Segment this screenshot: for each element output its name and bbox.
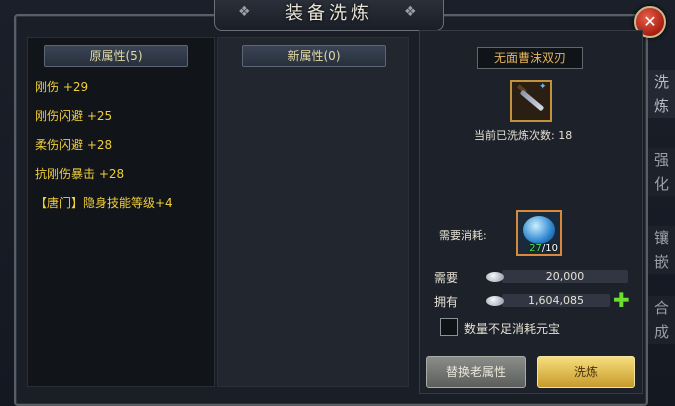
weapon-slot[interactable]: ✦ [510,80,552,122]
use-ingot-label: 数量不足消耗元宝 [464,322,561,336]
tab-combine[interactable]: 合 成 [648,296,675,344]
sword-icon [519,89,545,112]
wash-stone-slot[interactable]: 27/10 [516,210,562,256]
own-label: 拥有 [434,295,459,309]
attribute-row: 刚伤 +29 [35,80,89,94]
original-attributes-header: 原属性(5) [44,45,188,67]
weapon-name: 无面曹沫双刃 [477,47,583,69]
attribute-row: 刚伤闪避 +25 [35,109,113,123]
close-icon: ✕ [643,12,657,31]
add-silver-button[interactable]: ✚ [613,290,630,310]
silver-coin-icon [486,272,504,282]
wash-button[interactable]: 洗炼 [537,356,635,388]
replace-attributes-button[interactable]: 替换老属性 [426,356,526,388]
wash-count: 当前已洗炼次数: 18 [474,129,573,142]
tab-enhance[interactable]: 强 化 [648,148,675,196]
use-ingot-checkbox[interactable] [440,318,458,336]
attribute-row: 抗刚伤暴击 +28 [35,167,125,181]
attribute-row: 【唐门】隐身技能等级+4 [35,196,173,210]
own-value: 1,604,085 [502,294,610,307]
tab-wash[interactable]: 洗 炼 [648,70,675,118]
wash-stone-icon [523,216,555,244]
window-title: 装备洗炼 [285,3,373,24]
silver-coin-icon [486,296,504,306]
stone-count: 27/10 [529,243,558,254]
need-value: 20,000 [502,270,628,283]
need-label: 需要 [434,271,459,285]
right-ornament-icon: ❖ [404,4,417,20]
tab-inlay[interactable]: 镶 嵌 [648,226,675,274]
star-icon: ✦ [539,82,547,92]
cost-label: 需要消耗: [439,229,487,242]
new-attributes-header: 新属性(0) [242,45,386,67]
attribute-row: 柔伤闪避 +28 [35,138,113,152]
left-ornament-icon: ❖ [238,4,251,20]
game-window: 装备洗炼 ❖ ❖ ✕ 原属性(5) 刚伤 +29 刚伤闪避 +25 柔伤闪避 +… [0,0,675,406]
new-attributes-panel [217,37,409,387]
